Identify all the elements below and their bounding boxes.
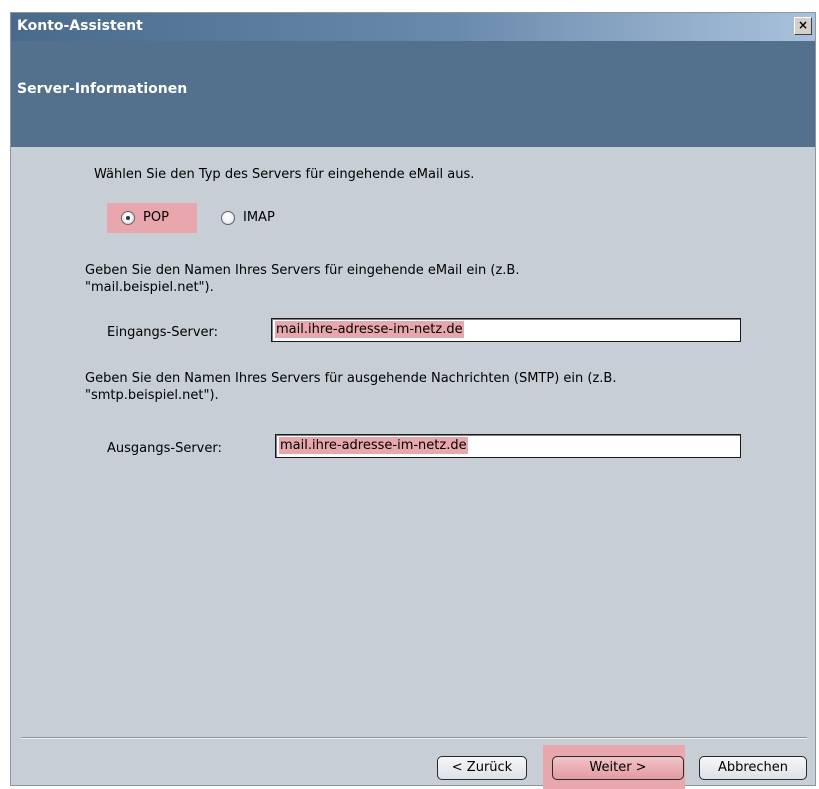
outgoing-server-label: Ausgangs-Server: <box>107 441 222 456</box>
imap-label[interactable]: IMAP <box>243 210 275 225</box>
page-title: Server-Informationen <box>17 81 188 97</box>
close-icon: × <box>797 18 809 32</box>
incoming-server-input[interactable]: mail.ihre-adresse-im-netz.de <box>271 318 741 342</box>
imap-radio[interactable] <box>221 211 235 225</box>
title-bar[interactable]: Konto-Assistent × <box>11 13 815 41</box>
pop-label[interactable]: POP <box>143 210 169 225</box>
outgoing-server-input[interactable]: mail.ihre-adresse-im-netz.de <box>275 434 741 458</box>
back-button[interactable]: < Zurück <box>437 756 527 780</box>
incoming-server-value: mail.ihre-adresse-im-netz.de <box>275 321 464 338</box>
pop-radio[interactable] <box>121 211 135 225</box>
radio-selected-dot <box>126 216 130 220</box>
close-button[interactable]: × <box>794 17 812 35</box>
server-type-prompt: Wählen Sie den Typ des Servers für einge… <box>94 167 475 182</box>
incoming-instruction-line1: Geben Sie den Namen Ihres Servers für ei… <box>85 263 520 278</box>
next-button[interactable]: Weiter > <box>552 756 684 780</box>
window-title: Konto-Assistent <box>17 18 143 34</box>
incoming-server-label: Eingangs-Server: <box>107 325 219 340</box>
outgoing-instruction-line1: Geben Sie den Namen Ihres Servers für au… <box>85 371 617 386</box>
incoming-instruction-line2: "mail.beispiel.net"). <box>85 280 214 295</box>
outgoing-instruction-line2: "smtp.beispiel.net"). <box>85 388 219 403</box>
wizard-window: Konto-Assistent × Server-Informationen W… <box>10 12 816 789</box>
outgoing-server-value: mail.ihre-adresse-im-netz.de <box>279 437 468 454</box>
footer-separator <box>21 737 807 739</box>
wizard-header: Server-Informationen <box>11 41 815 147</box>
cancel-button[interactable]: Abbrechen <box>699 756 807 780</box>
